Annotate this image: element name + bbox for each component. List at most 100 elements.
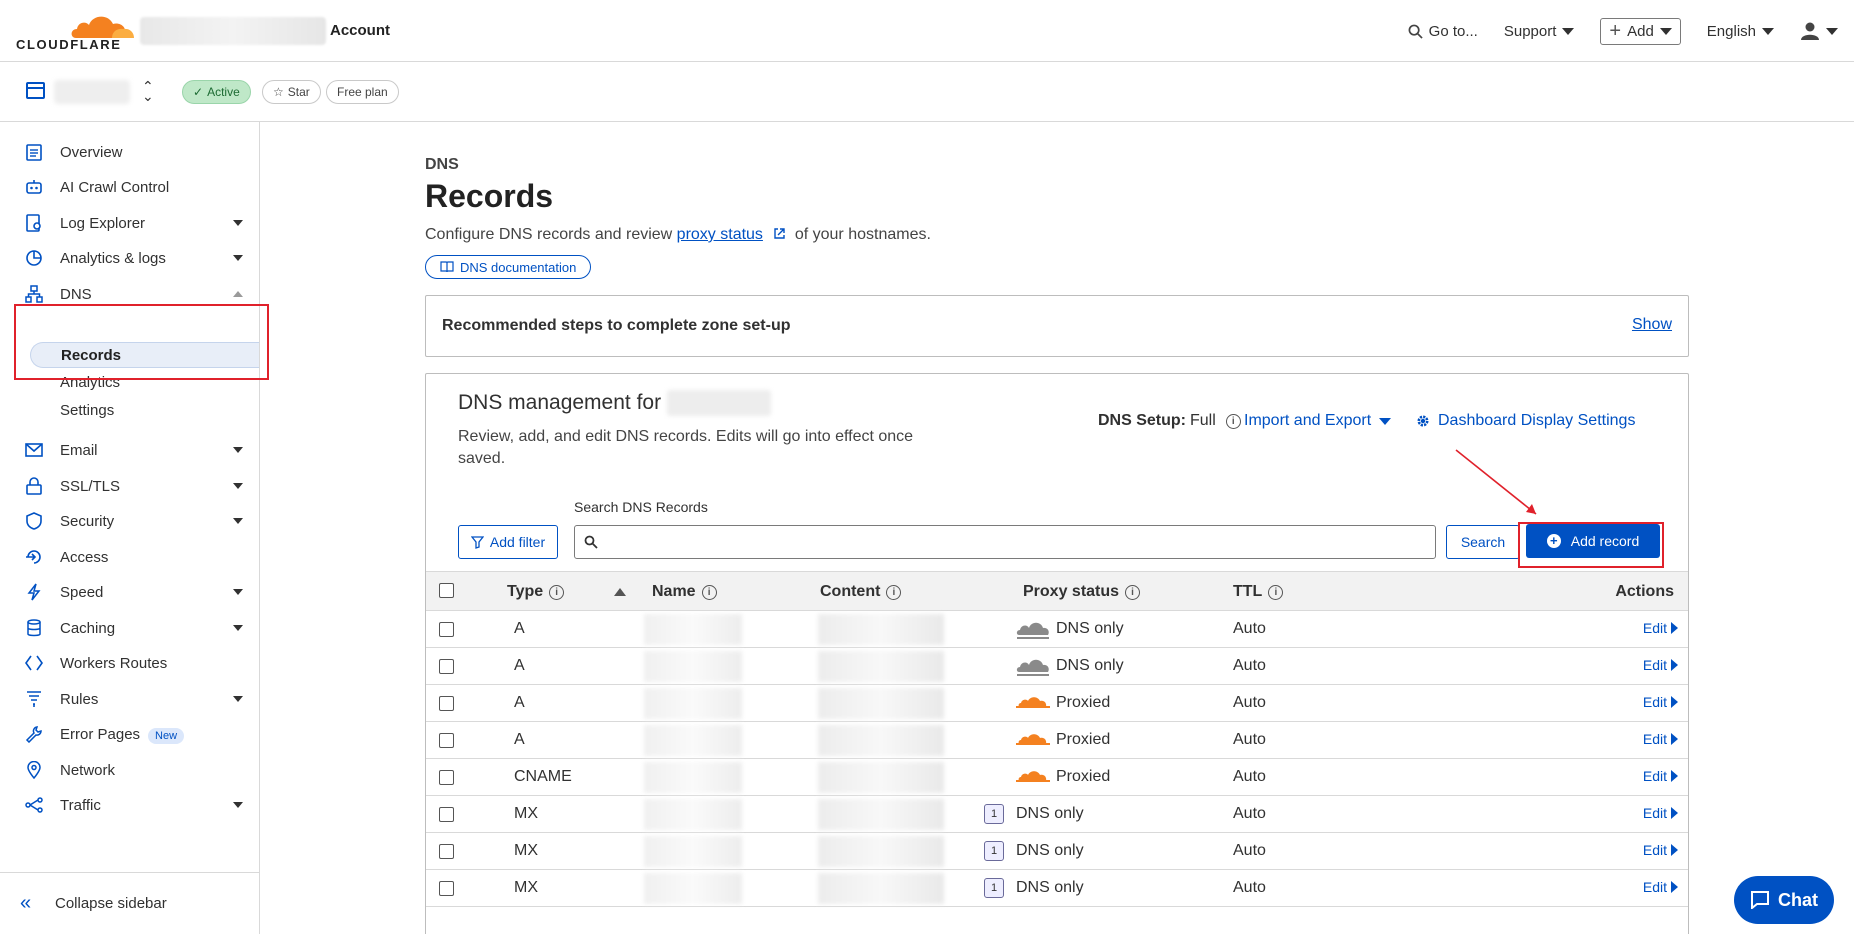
- column-label: Name: [652, 583, 696, 600]
- column-header-content[interactable]: Content i: [820, 583, 902, 601]
- sidebar-item-analytics-logs[interactable]: Analytics & logs: [0, 240, 259, 276]
- proxy-status: DNS only: [1056, 620, 1124, 637]
- table-row[interactable]: A DNS only Auto Edit: [426, 648, 1688, 685]
- column-header-name[interactable]: Name i: [652, 583, 717, 601]
- row-checkbox[interactable]: [439, 659, 454, 674]
- chevron-right-icon: [1671, 733, 1678, 745]
- table-row[interactable]: A Proxied Auto Edit: [426, 722, 1688, 759]
- robot-icon: [24, 177, 44, 197]
- sidebar-item-ai-crawl-control[interactable]: AI Crawl Control: [0, 169, 259, 205]
- zone-name-redacted[interactable]: [54, 80, 130, 104]
- star-button[interactable]: ☆ Star: [262, 80, 321, 104]
- info-icon[interactable]: i: [1125, 584, 1141, 600]
- support-menu[interactable]: Support: [1504, 23, 1575, 40]
- search-dns-records-input[interactable]: [574, 525, 1436, 559]
- sidebar-subitem-settings[interactable]: Settings: [60, 402, 114, 419]
- proxy-status-link[interactable]: proxy status: [677, 226, 763, 243]
- edit-record-button[interactable]: Edit: [1643, 805, 1678, 821]
- edit-record-button[interactable]: Edit: [1643, 694, 1678, 710]
- annotation-highlight-box: [1518, 522, 1664, 568]
- row-checkbox[interactable]: [439, 844, 454, 859]
- subtitle-text: Configure DNS records and review: [425, 226, 677, 243]
- select-all-checkbox[interactable]: [439, 583, 454, 598]
- info-icon[interactable]: i: [1225, 413, 1241, 429]
- row-checkbox[interactable]: [439, 770, 454, 785]
- user-menu[interactable]: [1800, 21, 1838, 41]
- sidebar-item-workers-routes[interactable]: Workers Routes: [0, 645, 259, 681]
- zone-switcher-icon[interactable]: ⌃ ⌄: [142, 79, 154, 103]
- edit-record-button[interactable]: Edit: [1643, 768, 1678, 784]
- table-row[interactable]: A Proxied Auto Edit: [426, 685, 1688, 722]
- plan-badge[interactable]: Free plan: [326, 80, 399, 104]
- table-row[interactable]: MX 1 DNS only Auto Edit: [426, 796, 1688, 833]
- sidebar-item-error-pages[interactable]: Error Pages New: [0, 716, 259, 752]
- priority-badge: 1: [984, 878, 1004, 898]
- proxy-status: DNS only: [1056, 657, 1124, 674]
- import-export-menu[interactable]: Import and Export: [1244, 412, 1392, 430]
- row-checkbox[interactable]: [439, 733, 454, 748]
- edit-record-button[interactable]: Edit: [1643, 731, 1678, 747]
- search-button[interactable]: Search: [1446, 525, 1520, 559]
- goto-button[interactable]: Go to...: [1408, 23, 1478, 40]
- edit-record-button[interactable]: Edit: [1643, 657, 1678, 673]
- sidebar-item-rules[interactable]: Rules: [0, 681, 259, 717]
- sidebar-item-security[interactable]: Security: [0, 503, 259, 539]
- chevron-down-icon: [1659, 27, 1672, 35]
- account-name-redacted[interactable]: [140, 17, 326, 45]
- add-menu-button[interactable]: + Add: [1600, 17, 1681, 45]
- edit-record-button[interactable]: Edit: [1643, 620, 1678, 636]
- sidebar-item-log-explorer[interactable]: Log Explorer: [0, 205, 259, 241]
- row-checkbox[interactable]: [439, 807, 454, 822]
- edit-record-button[interactable]: Edit: [1643, 842, 1678, 858]
- table-row[interactable]: MX 1 DNS only Auto Edit: [426, 870, 1688, 907]
- row-checkbox[interactable]: [439, 622, 454, 637]
- table-row[interactable]: MX 1 DNS only Auto Edit: [426, 833, 1688, 870]
- priority-badge: 1: [984, 841, 1004, 861]
- sidebar-item-email[interactable]: Email: [0, 432, 259, 468]
- star-label: Star: [287, 85, 310, 99]
- info-icon[interactable]: i: [1268, 584, 1284, 600]
- account-label[interactable]: Account: [330, 22, 390, 39]
- orange-cloud-icon: [1016, 771, 1050, 782]
- sidebar-item-traffic[interactable]: Traffic: [0, 787, 259, 823]
- collapse-sidebar-button[interactable]: « Collapse sidebar: [0, 872, 259, 934]
- breadcrumb[interactable]: DNS: [425, 156, 459, 174]
- sidebar-item-overview[interactable]: Overview: [0, 134, 259, 170]
- info-icon[interactable]: i: [886, 584, 902, 600]
- language-label: English: [1706, 22, 1756, 40]
- add-label: Add: [1627, 22, 1654, 40]
- table-row[interactable]: A DNS only Auto Edit: [426, 611, 1688, 648]
- column-header-type[interactable]: Type i: [507, 583, 565, 601]
- edit-label: Edit: [1642, 694, 1667, 710]
- top-header: CLOUDFLARE Account Go to... Support + Ad…: [0, 0, 1854, 62]
- language-menu[interactable]: English: [1707, 23, 1774, 40]
- column-header-ttl[interactable]: TTL i: [1233, 583, 1284, 601]
- show-recommended-steps-link[interactable]: Show: [1632, 316, 1672, 334]
- pie-chart-icon: [24, 248, 44, 268]
- sidebar-item-caching[interactable]: Caching: [0, 610, 259, 646]
- sidebar-item-ssl-tls[interactable]: SSL/TLS: [0, 468, 259, 504]
- column-label: Content: [820, 583, 881, 600]
- column-header-proxy-status[interactable]: Proxy status i: [1023, 583, 1141, 601]
- row-checkbox[interactable]: [439, 696, 454, 711]
- sort-ascending-icon[interactable]: [614, 588, 626, 596]
- add-filter-button[interactable]: Add filter: [458, 525, 558, 559]
- sidebar-item-network[interactable]: Network: [0, 752, 259, 788]
- info-icon[interactable]: i: [701, 584, 717, 600]
- sidebar-item-speed[interactable]: Speed: [0, 574, 259, 610]
- row-checkbox[interactable]: [439, 881, 454, 896]
- dns-documentation-button[interactable]: DNS documentation: [425, 255, 592, 279]
- sidebar-item-access[interactable]: Access: [0, 539, 259, 575]
- annotation-arrow: [1455, 449, 1537, 515]
- sidebar-item-label: Analytics & logs: [60, 249, 166, 267]
- sidebar-item-label: Log Explorer: [60, 214, 146, 232]
- edit-record-button[interactable]: Edit: [1643, 879, 1678, 895]
- column-header-actions: Actions: [1615, 583, 1674, 601]
- info-icon[interactable]: i: [549, 584, 565, 600]
- edit-label: Edit: [1642, 620, 1667, 636]
- table-row[interactable]: CNAME Proxied Auto Edit: [426, 759, 1688, 796]
- dashboard-display-settings-button[interactable]: Dashboard Display Settings: [1416, 412, 1635, 430]
- chat-button[interactable]: Chat: [1734, 876, 1834, 924]
- chevron-up-icon: [233, 291, 243, 297]
- cloudflare-logo[interactable]: CLOUDFLARE: [16, 10, 158, 52]
